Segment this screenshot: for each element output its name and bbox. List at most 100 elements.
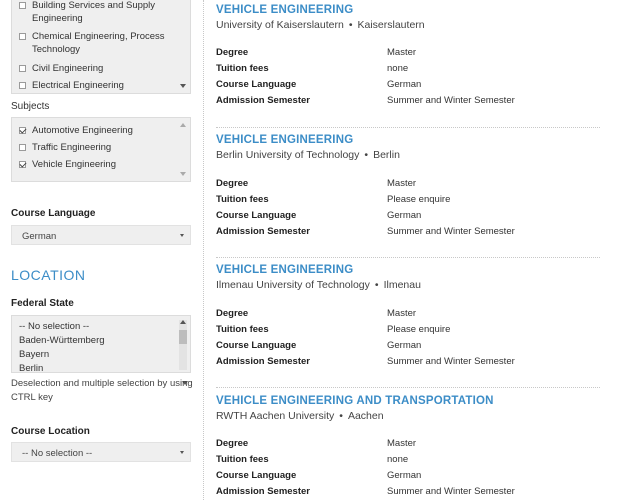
degree-value: Master <box>387 438 417 449</box>
degree-value: Master <box>387 178 417 189</box>
degree-value: Master <box>387 308 417 319</box>
checkbox-label: Civil Engineering <box>32 63 104 74</box>
tuition-label: Tuition fees <box>216 454 269 465</box>
semester-label: Admission Semester <box>216 226 310 237</box>
column-divider <box>203 0 204 500</box>
language-row: Course Language German <box>216 470 600 482</box>
filter-sidebar: Building Services and Supply Engineering… <box>0 0 200 500</box>
list-item[interactable]: Bayern <box>19 348 49 361</box>
chevron-down-icon <box>180 451 184 454</box>
semester-label: Admission Semester <box>216 486 310 497</box>
tuition-row: Tuition fees Please enquire <box>216 194 600 206</box>
tuition-row: Tuition fees none <box>216 63 600 75</box>
course-location-select[interactable]: -- No selection -- <box>11 442 191 462</box>
scroll-down-arrow-icon[interactable] <box>180 172 186 176</box>
language-label: Course Language <box>216 470 297 481</box>
semester-value: Summer and Winter Semester <box>387 486 515 497</box>
course-divider <box>216 257 600 258</box>
semester-value: Summer and Winter Semester <box>387 356 515 367</box>
tuition-value: none <box>387 63 409 74</box>
scroll-up-arrow-icon[interactable] <box>180 320 186 324</box>
federal-state-listbox[interactable]: -- No selection -- Baden-Württemberg Bay… <box>11 315 191 373</box>
semester-value: Summer and Winter Semester <box>387 226 515 237</box>
semester-label: Admission Semester <box>216 356 310 367</box>
checkbox[interactable] <box>19 2 26 9</box>
language-value: German <box>387 340 422 351</box>
course-result: VEHICLE ENGINEERING University of Kaiser… <box>216 4 600 128</box>
course-title-link[interactable]: VEHICLE ENGINEERING AND TRANSPORTATION <box>216 395 494 407</box>
course-divider <box>216 127 600 128</box>
chevron-down-icon <box>180 234 184 237</box>
course-title-link[interactable]: VEHICLE ENGINEERING <box>216 4 353 16</box>
language-row: Course Language German <box>216 79 600 91</box>
field-of-study-listbox[interactable]: Building Services and Supply Engineering… <box>11 0 191 94</box>
course-language-label: Course Language <box>11 208 96 219</box>
list-item[interactable]: Berlin <box>19 362 43 372</box>
checkbox-label: Building Services and Supply Engineering <box>32 0 156 24</box>
subjects-listbox[interactable]: Automotive Engineering Traffic Engineeri… <box>11 117 191 182</box>
tuition-label: Tuition fees <box>216 63 269 74</box>
checkbox[interactable] <box>19 82 26 89</box>
results-list: VEHICLE ENGINEERING University of Kaiser… <box>216 0 636 500</box>
course-location-label: Course Location <box>11 426 90 437</box>
scrollbar-thumb[interactable] <box>179 330 187 344</box>
degree-label: Degree <box>216 308 249 319</box>
city-name: Berlin <box>373 149 400 161</box>
semester-row: Admission Semester Summer and Winter Seme… <box>216 356 600 368</box>
degree-row: Degree Master <box>216 47 600 59</box>
language-label: Course Language <box>216 79 297 90</box>
checkbox-label: Chemical Engineering, Process Technology <box>32 31 165 55</box>
federal-state-help: Deselection and multiple selection by us… <box>11 378 193 403</box>
course-university: RWTH Aachen University • Aachen <box>216 410 384 422</box>
list-item[interactable]: Baden-Württemberg <box>19 334 105 347</box>
select-value: German <box>22 231 57 242</box>
degree-label: Degree <box>216 178 249 189</box>
course-language-select[interactable]: German <box>11 225 191 245</box>
city-name: Ilmenau <box>383 279 421 291</box>
course-result: VEHICLE ENGINEERING Berlin University of… <box>216 134 600 258</box>
checkbox[interactable] <box>19 144 26 151</box>
tuition-value: none <box>387 454 409 465</box>
course-result: VEHICLE ENGINEERING Ilmenau University o… <box>216 264 600 388</box>
university-name: RWTH Aachen University <box>216 410 335 422</box>
select-value: -- No selection -- <box>22 448 93 459</box>
semester-row: Admission Semester Summer and Winter Seme… <box>216 95 600 107</box>
degree-row: Degree Master <box>216 178 600 190</box>
checkbox-label: Traffic Engineering <box>32 142 112 153</box>
tuition-row: Tuition fees Please enquire <box>216 324 600 336</box>
university-name: Berlin University of Technology <box>216 149 360 161</box>
language-value: German <box>387 79 422 90</box>
tuition-value: Please enquire <box>387 194 451 205</box>
scroll-up-arrow-icon[interactable] <box>180 123 186 127</box>
degree-label: Degree <box>216 47 249 58</box>
checkbox[interactable] <box>19 33 26 40</box>
separator-dot: • <box>364 149 369 161</box>
tuition-label: Tuition fees <box>216 194 269 205</box>
tuition-row: Tuition fees none <box>216 454 600 466</box>
federal-state-label: Federal State <box>11 298 74 309</box>
university-name: Ilmenau University of Technology <box>216 279 370 291</box>
semester-label: Admission Semester <box>216 95 310 106</box>
language-row: Course Language German <box>216 210 600 222</box>
language-label: Course Language <box>216 210 297 221</box>
checkbox-label: Automotive Engineering <box>32 125 133 136</box>
course-title-link[interactable]: VEHICLE ENGINEERING <box>216 264 353 276</box>
checkbox[interactable] <box>19 65 26 72</box>
course-title-link[interactable]: VEHICLE ENGINEERING <box>216 134 353 146</box>
list-item[interactable]: -- No selection -- <box>19 320 89 333</box>
language-value: German <box>387 210 422 221</box>
language-row: Course Language German <box>216 340 600 352</box>
degree-label: Degree <box>216 438 249 449</box>
scroll-down-arrow-icon[interactable] <box>180 84 186 88</box>
course-university: Ilmenau University of Technology • Ilmenau <box>216 279 421 291</box>
location-heading: LOCATION <box>11 267 86 283</box>
separator-dot: • <box>339 410 343 422</box>
semester-value: Summer and Winter Semester <box>387 95 515 106</box>
checkbox[interactable] <box>19 127 26 134</box>
course-result: VEHICLE ENGINEERING AND TRANSPORTATION R… <box>216 395 600 500</box>
city-name: Aachen <box>347 410 384 422</box>
degree-row: Degree Master <box>216 438 600 450</box>
degree-value: Master <box>387 47 417 58</box>
checkbox[interactable] <box>19 161 26 168</box>
scrollbar[interactable] <box>179 320 187 370</box>
